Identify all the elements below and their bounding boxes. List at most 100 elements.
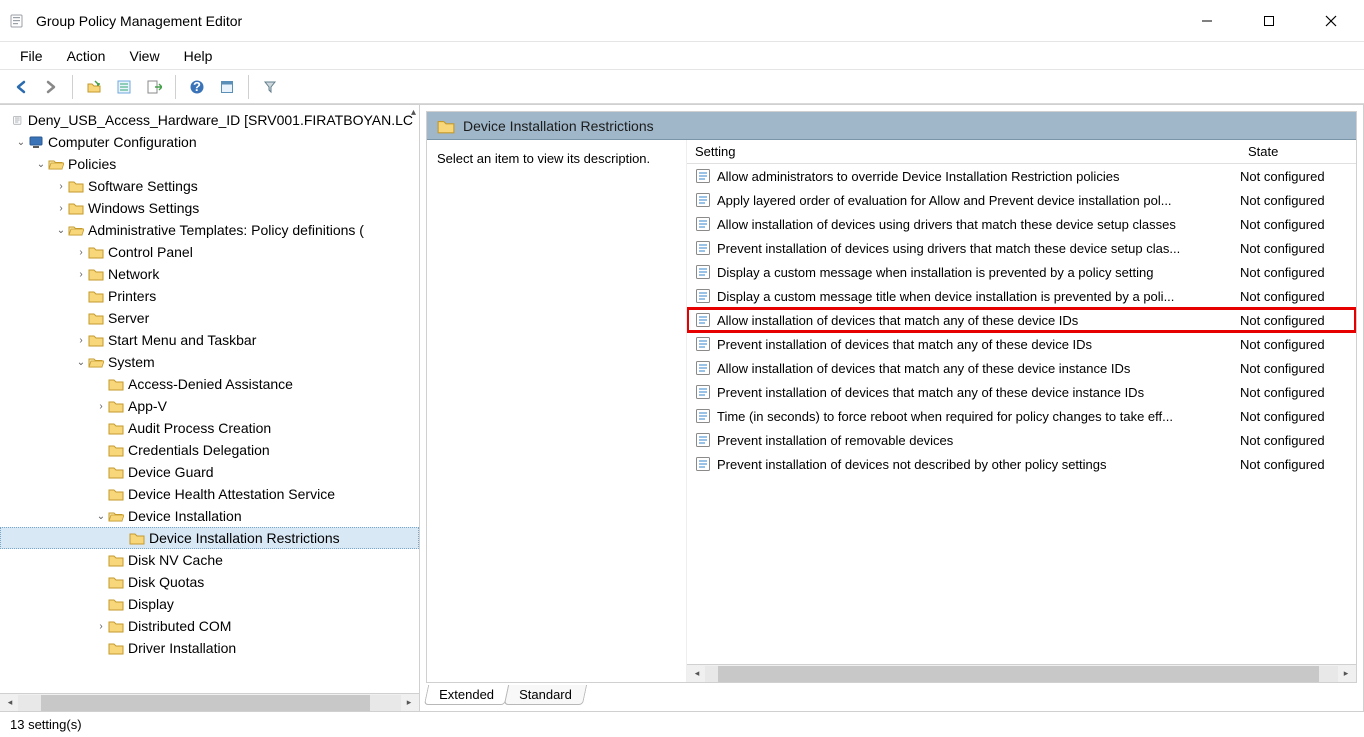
column-header-state[interactable]: State	[1240, 140, 1356, 163]
setting-state: Not configured	[1240, 337, 1356, 352]
tree-app-v[interactable]: ›App-V	[0, 395, 419, 417]
tree-gpo-root[interactable]: ▾ Deny_USB_Access_Hardware_ID [SRV001.FI…	[0, 109, 419, 131]
tree-audit-process[interactable]: ›Audit Process Creation	[0, 417, 419, 439]
tree-windows-settings[interactable]: ›Windows Settings	[0, 197, 419, 219]
scroll-left-icon[interactable]: ◂	[2, 695, 18, 711]
folder-icon	[129, 530, 145, 546]
show-hide-tree-button[interactable]	[111, 74, 137, 100]
folder-icon	[88, 332, 104, 348]
filter-button[interactable]	[257, 74, 283, 100]
status-bar: 13 setting(s)	[0, 711, 1364, 737]
folder-icon	[108, 420, 124, 436]
tree-software-settings[interactable]: ›Software Settings	[0, 175, 419, 197]
folder-icon	[88, 244, 104, 260]
tree-system[interactable]: ⌄System	[0, 351, 419, 373]
menu-bar: File Action View Help	[0, 42, 1364, 70]
setting-name: Allow installation of devices using driv…	[717, 217, 1240, 232]
tree-network[interactable]: ›Network	[0, 263, 419, 285]
setting-row[interactable]: Display a custom message title when devi…	[687, 284, 1356, 308]
tree-policies[interactable]: ⌄ Policies	[0, 153, 419, 175]
setting-name: Apply layered order of evaluation for Al…	[717, 193, 1240, 208]
menu-help[interactable]: Help	[172, 44, 225, 68]
folder-icon	[68, 178, 84, 194]
setting-name: Prevent installation of removable device…	[717, 433, 1240, 448]
setting-row[interactable]: Time (in seconds) to force reboot when r…	[687, 404, 1356, 428]
tree-start-menu[interactable]: ›Start Menu and Taskbar	[0, 329, 419, 351]
setting-row[interactable]: Display a custom message when installati…	[687, 260, 1356, 284]
export-list-button[interactable]	[141, 74, 167, 100]
maximize-button[interactable]	[1252, 7, 1286, 35]
folder-icon	[108, 640, 124, 656]
folder-icon	[88, 354, 104, 370]
column-header-setting[interactable]: Setting	[687, 140, 1240, 163]
minimize-button[interactable]	[1190, 7, 1224, 35]
menu-action[interactable]: Action	[55, 44, 118, 68]
tree-device-installation-restrictions[interactable]: ›Device Installation Restrictions	[0, 527, 419, 549]
folder-icon	[108, 464, 124, 480]
scroll-right-icon[interactable]: ▸	[401, 695, 417, 711]
setting-row[interactable]: Apply layered order of evaluation for Al…	[687, 188, 1356, 212]
settings-list[interactable]: Allow administrators to override Device …	[687, 164, 1356, 664]
tree-disk-nv-cache[interactable]: ›Disk NV Cache	[0, 549, 419, 571]
setting-state: Not configured	[1240, 361, 1356, 376]
tree-device-guard[interactable]: ›Device Guard	[0, 461, 419, 483]
setting-row[interactable]: Allow installation of devices using driv…	[687, 212, 1356, 236]
tree-server[interactable]: ›Server	[0, 307, 419, 329]
setting-row[interactable]: Prevent installation of devices that mat…	[687, 380, 1356, 404]
details-header-title: Device Installation Restrictions	[463, 118, 654, 134]
tree-display[interactable]: ›Display	[0, 593, 419, 615]
setting-icon	[695, 456, 711, 472]
help-button[interactable]	[184, 74, 210, 100]
back-button[interactable]	[8, 74, 34, 100]
setting-row[interactable]: Allow installation of devices that match…	[687, 356, 1356, 380]
tree-printers[interactable]: ›Printers	[0, 285, 419, 307]
close-button[interactable]	[1314, 7, 1348, 35]
tree-scroll-up-icon[interactable]: ▴	[411, 107, 416, 118]
tab-extended[interactable]: Extended	[424, 685, 509, 705]
menu-file[interactable]: File	[8, 44, 55, 68]
menu-view[interactable]: View	[117, 44, 171, 68]
toolbar	[0, 70, 1364, 104]
tree-credentials-delegation[interactable]: ›Credentials Delegation	[0, 439, 419, 461]
folder-icon	[88, 266, 104, 282]
properties-button[interactable]	[214, 74, 240, 100]
setting-icon	[695, 408, 711, 424]
setting-icon	[695, 168, 711, 184]
tree-device-health[interactable]: ›Device Health Attestation Service	[0, 483, 419, 505]
description-text: Select an item to view its description.	[437, 151, 650, 166]
setting-name: Display a custom message title when devi…	[717, 289, 1240, 304]
setting-row[interactable]: Allow administrators to override Device …	[687, 164, 1356, 188]
folder-icon	[108, 618, 124, 634]
folder-icon	[108, 552, 124, 568]
tab-standard[interactable]: Standard	[504, 685, 587, 705]
scroll-right-icon[interactable]: ▸	[1338, 666, 1354, 682]
tree-admin-templates[interactable]: ⌄Administrative Templates: Policy defini…	[0, 219, 419, 241]
setting-state: Not configured	[1240, 409, 1356, 424]
setting-icon	[695, 312, 711, 328]
details-pane: Device Installation Restrictions Select …	[420, 105, 1364, 711]
setting-icon	[695, 336, 711, 352]
forward-button[interactable]	[38, 74, 64, 100]
setting-row[interactable]: Prevent installation of devices that mat…	[687, 332, 1356, 356]
up-folder-button[interactable]	[81, 74, 107, 100]
tree-disk-quotas[interactable]: ›Disk Quotas	[0, 571, 419, 593]
scroll-left-icon[interactable]: ◂	[689, 666, 705, 682]
tree-control-panel[interactable]: ›Control Panel	[0, 241, 419, 263]
setting-row[interactable]: Prevent installation of devices not desc…	[687, 452, 1356, 476]
tree-distributed-com[interactable]: ›Distributed COM	[0, 615, 419, 637]
app-icon	[10, 13, 26, 29]
folder-icon	[88, 288, 104, 304]
tree-horizontal-scrollbar[interactable]: ◂ ▸	[0, 693, 419, 711]
tree-access-denied[interactable]: ›Access-Denied Assistance	[0, 373, 419, 395]
tree-computer-configuration[interactable]: ⌄ Computer Configuration	[0, 131, 419, 153]
window-title: Group Policy Management Editor	[36, 13, 1190, 29]
setting-row[interactable]: Prevent installation of devices using dr…	[687, 236, 1356, 260]
tree-view[interactable]: ▴ ▾ Deny_USB_Access_Hardware_ID [SRV001.…	[0, 105, 419, 693]
tree-device-installation[interactable]: ⌄Device Installation	[0, 505, 419, 527]
folder-icon	[108, 596, 124, 612]
tree-driver-installation[interactable]: ›Driver Installation	[0, 637, 419, 659]
setting-row[interactable]: Allow installation of devices that match…	[687, 308, 1356, 332]
setting-row[interactable]: Prevent installation of removable device…	[687, 428, 1356, 452]
setting-name: Prevent installation of devices that mat…	[717, 385, 1240, 400]
list-horizontal-scrollbar[interactable]: ◂ ▸	[687, 664, 1356, 682]
